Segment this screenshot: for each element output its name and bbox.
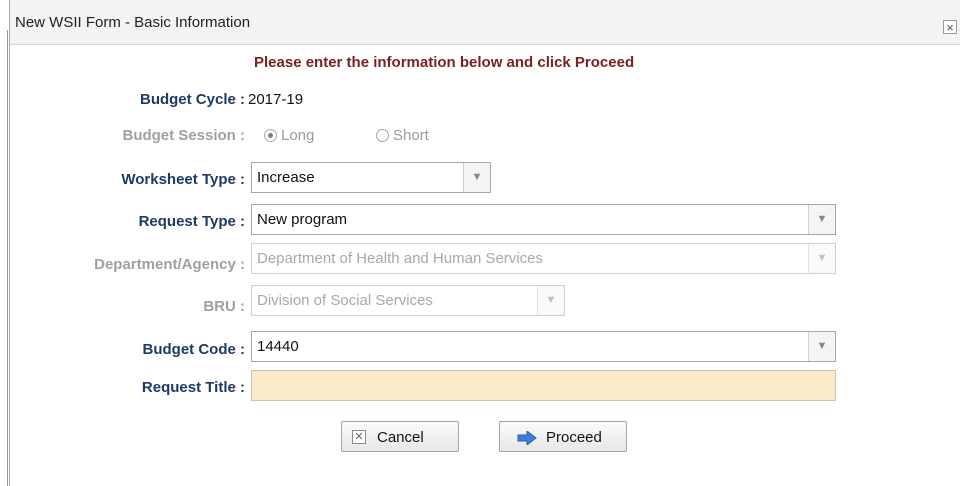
proceed-button-label: Proceed bbox=[546, 429, 602, 446]
radio-short[interactable]: Short bbox=[376, 127, 429, 144]
bru-label: BRU : bbox=[203, 298, 245, 315]
close-icon: × bbox=[946, 20, 954, 35]
background-window-edge bbox=[0, 0, 9, 486]
request-type-value: New program bbox=[257, 211, 348, 228]
budget-cycle-value: 2017-19 bbox=[248, 91, 304, 108]
bru-value: Division of Social Services bbox=[257, 292, 433, 309]
department-agency-select: Department of Health and Human Services … bbox=[251, 243, 836, 274]
cancel-button-label: Cancel bbox=[377, 429, 424, 446]
proceed-button[interactable]: Proceed bbox=[499, 421, 627, 452]
request-title-label: Request Title : bbox=[141, 379, 245, 396]
form-content: Please enter the information below and c… bbox=[10, 45, 960, 486]
chevron-down-icon[interactable]: ▼ bbox=[808, 332, 835, 361]
radio-short-label: Short bbox=[393, 127, 429, 144]
basic-information-dialog: New WSII Form - Basic Information × Plea… bbox=[9, 0, 960, 486]
request-type-select[interactable]: New program ▼ bbox=[251, 204, 836, 235]
close-button[interactable]: × bbox=[943, 20, 957, 34]
department-agency-label: Department/Agency : bbox=[94, 256, 245, 273]
chevron-down-icon: ▼ bbox=[808, 244, 835, 273]
request-title-input[interactable] bbox=[251, 370, 836, 401]
radio-checked-icon bbox=[264, 129, 277, 142]
budget-code-value: 14440 bbox=[257, 338, 299, 355]
form-instruction: Please enter the information below and c… bbox=[254, 54, 635, 71]
radio-long[interactable]: Long bbox=[264, 127, 314, 144]
worksheet-type-label: Worksheet Type : bbox=[121, 171, 245, 188]
budget-code-select[interactable]: 14440 ▼ bbox=[251, 331, 836, 362]
chevron-down-icon[interactable]: ▼ bbox=[463, 163, 490, 192]
request-type-label: Request Type : bbox=[138, 213, 245, 230]
right-arrow-icon bbox=[517, 431, 537, 445]
bru-select: Division of Social Services ▼ bbox=[251, 285, 565, 316]
chevron-down-icon: ▼ bbox=[537, 286, 564, 315]
chevron-down-icon[interactable]: ▼ bbox=[808, 205, 835, 234]
department-agency-value: Department of Health and Human Services bbox=[257, 250, 543, 267]
dialog-titlebar[interactable]: New WSII Form - Basic Information × bbox=[10, 0, 960, 45]
dialog-title: New WSII Form - Basic Information bbox=[15, 14, 251, 31]
budget-code-label: Budget Code : bbox=[142, 341, 246, 358]
radio-long-label: Long bbox=[281, 127, 315, 144]
cancel-button[interactable]: ✕ Cancel bbox=[341, 421, 459, 452]
x-box-icon: ✕ bbox=[352, 430, 366, 444]
radio-unchecked-icon bbox=[376, 129, 389, 142]
budget-session-label: Budget Session : bbox=[122, 127, 245, 144]
budget-cycle-label: Budget Cycle : bbox=[139, 91, 245, 108]
worksheet-type-value: Increase bbox=[257, 169, 315, 186]
worksheet-type-select[interactable]: Increase ▼ bbox=[251, 162, 491, 193]
